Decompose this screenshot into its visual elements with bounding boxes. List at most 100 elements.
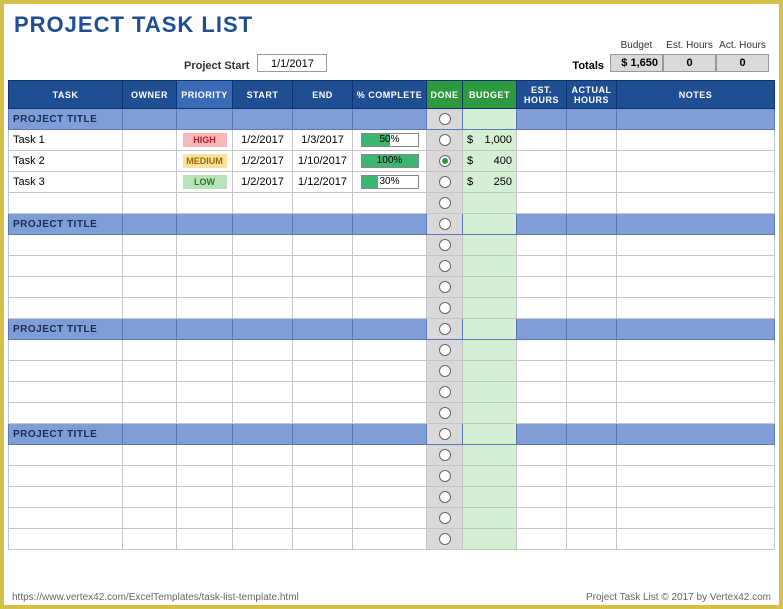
cell[interactable] (293, 529, 353, 550)
cell[interactable] (617, 235, 775, 256)
done-radio-icon[interactable] (439, 176, 451, 188)
done-radio-icon[interactable] (439, 302, 451, 314)
cell[interactable] (463, 529, 517, 550)
cell[interactable] (517, 445, 567, 466)
cell[interactable] (353, 508, 427, 529)
done-radio-icon[interactable] (439, 470, 451, 482)
cell[interactable] (463, 340, 517, 361)
cell[interactable] (617, 298, 775, 319)
cell[interactable] (617, 466, 775, 487)
cell[interactable] (517, 256, 567, 277)
cell[interactable] (353, 466, 427, 487)
cell[interactable] (427, 151, 463, 172)
cell[interactable] (427, 508, 463, 529)
cell[interactable] (177, 508, 233, 529)
done-radio-icon[interactable] (439, 155, 451, 167)
cell[interactable] (233, 340, 293, 361)
cell[interactable] (123, 508, 177, 529)
cell[interactable] (353, 235, 427, 256)
cell[interactable] (177, 340, 233, 361)
done-radio-icon[interactable] (439, 449, 451, 461)
cell[interactable] (463, 256, 517, 277)
cell[interactable]: 50% (353, 130, 427, 151)
done-radio-icon[interactable] (439, 218, 451, 230)
done-radio-icon[interactable] (439, 407, 451, 419)
cell[interactable] (353, 193, 427, 214)
cell[interactable] (427, 130, 463, 151)
cell[interactable] (617, 403, 775, 424)
cell[interactable] (123, 298, 177, 319)
cell[interactable] (567, 130, 617, 151)
cell[interactable] (517, 340, 567, 361)
cell[interactable] (617, 487, 775, 508)
cell[interactable] (567, 151, 617, 172)
cell[interactable] (567, 235, 617, 256)
cell[interactable] (233, 487, 293, 508)
section-title[interactable]: PROJECT TITLE (9, 424, 123, 445)
col-done[interactable]: DONE (427, 81, 463, 109)
cell[interactable] (567, 529, 617, 550)
cell[interactable] (617, 382, 775, 403)
cell[interactable] (567, 403, 617, 424)
cell[interactable] (517, 529, 567, 550)
cell[interactable] (567, 445, 617, 466)
done-radio-icon[interactable] (439, 428, 451, 440)
cell[interactable] (123, 256, 177, 277)
cell[interactable] (293, 403, 353, 424)
cell[interactable] (9, 340, 123, 361)
cell[interactable] (427, 361, 463, 382)
cell[interactable]: 1/2/2017 (233, 151, 293, 172)
cell[interactable] (567, 193, 617, 214)
cell[interactable] (293, 466, 353, 487)
cell[interactable] (617, 508, 775, 529)
cell[interactable] (617, 361, 775, 382)
cell[interactable] (567, 508, 617, 529)
cell[interactable] (517, 298, 567, 319)
cell[interactable] (177, 382, 233, 403)
cell[interactable] (177, 193, 233, 214)
done-radio-icon[interactable] (439, 239, 451, 251)
cell[interactable] (353, 361, 427, 382)
cell[interactable] (353, 277, 427, 298)
cell[interactable] (293, 298, 353, 319)
cell[interactable] (517, 193, 567, 214)
done-radio-icon[interactable] (439, 260, 451, 272)
col-notes[interactable]: NOTES (617, 81, 775, 109)
cell[interactable] (427, 487, 463, 508)
done-radio-icon[interactable] (439, 533, 451, 545)
cell[interactable] (293, 256, 353, 277)
cell[interactable]: HIGH (177, 130, 233, 151)
cell[interactable] (293, 361, 353, 382)
cell[interactable]: 1/12/2017 (293, 172, 353, 193)
cell[interactable] (123, 235, 177, 256)
cell[interactable] (9, 235, 123, 256)
cell[interactable] (517, 277, 567, 298)
cell[interactable] (463, 193, 517, 214)
cell[interactable] (567, 172, 617, 193)
cell[interactable] (427, 445, 463, 466)
cell[interactable] (463, 235, 517, 256)
col-task[interactable]: TASK (9, 81, 123, 109)
cell[interactable] (293, 508, 353, 529)
cell[interactable] (9, 487, 123, 508)
cell[interactable] (177, 445, 233, 466)
done-radio-icon[interactable] (439, 134, 451, 146)
cell[interactable] (177, 487, 233, 508)
cell[interactable] (9, 193, 123, 214)
cell[interactable] (517, 235, 567, 256)
task-name-cell[interactable]: Task 1 (9, 130, 123, 151)
cell[interactable] (427, 403, 463, 424)
cell[interactable] (517, 130, 567, 151)
done-radio-icon[interactable] (439, 281, 451, 293)
cell[interactable] (567, 466, 617, 487)
cell[interactable] (517, 172, 567, 193)
cell[interactable] (123, 445, 177, 466)
task-name-cell[interactable]: Task 2 (9, 151, 123, 172)
cell[interactable] (177, 256, 233, 277)
cell[interactable] (9, 508, 123, 529)
col-budget[interactable]: BUDGET (463, 81, 517, 109)
cell[interactable] (463, 298, 517, 319)
cell[interactable] (463, 403, 517, 424)
cell[interactable] (123, 340, 177, 361)
cell[interactable] (617, 172, 775, 193)
